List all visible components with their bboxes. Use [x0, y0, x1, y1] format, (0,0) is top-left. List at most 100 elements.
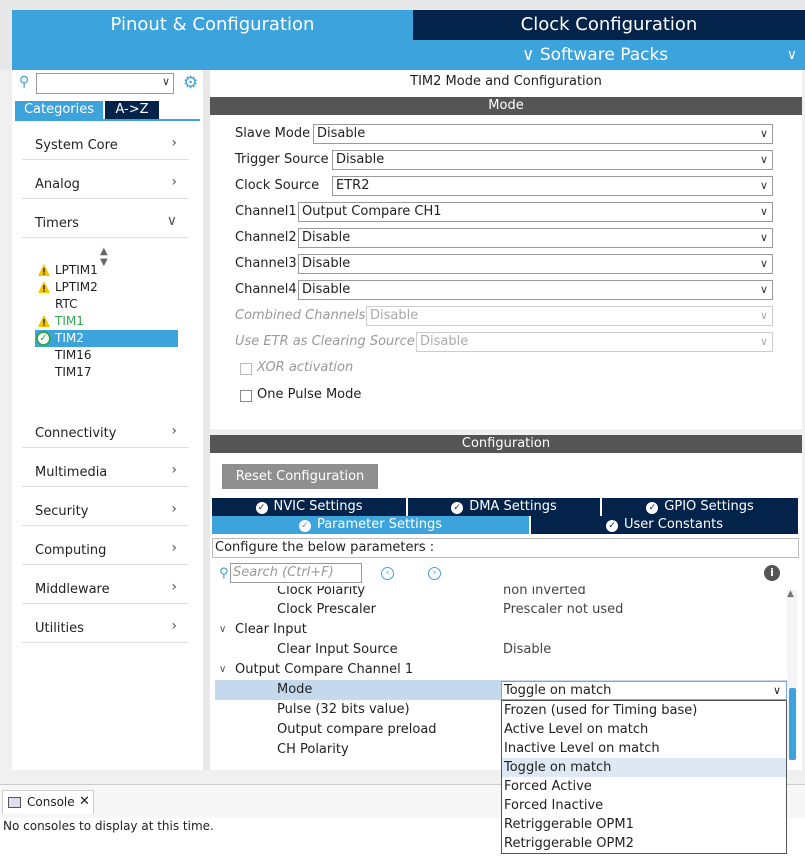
chevron-down-icon: ∨ — [786, 47, 797, 63]
dropdown-option[interactable]: Retriggerable OPM1 — [502, 815, 786, 834]
warning-icon — [38, 264, 50, 276]
sidebar-item-tim16[interactable]: TIM16 — [35, 347, 178, 364]
mode-select[interactable]: Toggle on match ∨ — [501, 681, 787, 700]
chevron-down-icon: ∨ — [759, 179, 768, 192]
chevron-down-icon: ∨ — [759, 153, 768, 166]
chevron-down-icon[interactable]: ∨ — [162, 75, 170, 88]
check-circle-icon: ✓ — [255, 502, 268, 514]
category-multimedia[interactable]: Multimedia › — [22, 457, 189, 487]
sidebar-item-rtc[interactable]: RTC — [35, 296, 178, 313]
one-pulse-mode-checkbox[interactable] — [240, 390, 252, 402]
search-input[interactable]: ∨ — [36, 73, 174, 94]
tab-console[interactable]: Console ✕ — [2, 790, 94, 814]
chevron-right-icon: › — [171, 501, 177, 517]
slave-mode-select[interactable]: Disable ∨ — [313, 124, 773, 144]
param-row[interactable]: Clock Prescaler Prescaler not used — [215, 600, 787, 620]
dropdown-option[interactable]: Retriggerable OPM2 — [502, 834, 786, 853]
previous-match-icon[interactable]: ‹ — [381, 567, 394, 580]
sidebar-item-tim17[interactable]: TIM17 — [35, 364, 178, 381]
category-security[interactable]: Security › — [22, 496, 189, 526]
one-pulse-mode-label: One Pulse Mode — [257, 387, 362, 402]
parameter-search-input[interactable]: Search (Ctrl+F) — [230, 563, 362, 583]
dropdown-option[interactable]: Active Level on match — [502, 720, 786, 739]
gear-icon[interactable]: ⚙ — [183, 73, 198, 93]
tab-pinout-configuration[interactable]: Pinout & Configuration — [12, 10, 413, 40]
chevron-right-icon: › — [171, 174, 177, 190]
scrollbar-thumb[interactable] — [789, 688, 796, 760]
dropdown-option[interactable]: Inactive Level on match — [502, 739, 786, 758]
chevron-right-icon: › — [171, 618, 177, 634]
console-icon — [8, 797, 21, 808]
sidebar-item-tim1[interactable]: TIM1 — [35, 313, 178, 330]
param-row[interactable]: Clock Polarity non inverted — [215, 586, 787, 601]
tab-gpio-settings[interactable]: ✓ GPIO Settings — [602, 498, 798, 516]
sidebar-item-lptim1[interactable]: LPTIM1 — [35, 262, 178, 279]
chevron-down-icon: ∨ — [522, 45, 535, 65]
channel3-label: Channel3 — [235, 256, 297, 271]
chevron-down-icon: ∨ — [772, 684, 781, 697]
tab-categories[interactable]: Categories — [15, 101, 103, 119]
chevron-right-icon: › — [171, 135, 177, 151]
chevron-down-icon: ∨ — [759, 335, 768, 348]
channel3-select[interactable]: Disable ∨ — [298, 254, 773, 274]
chevron-down-icon: ∨ — [759, 205, 768, 218]
clock-source-select[interactable]: ETR2 ∨ — [332, 176, 773, 196]
next-match-icon[interactable]: › — [428, 567, 441, 580]
tab-clock-configuration[interactable]: Clock Configuration — [413, 10, 805, 40]
search-icon: ⚲ — [219, 566, 229, 581]
tab-dma-settings[interactable]: ✓ DMA Settings — [408, 498, 600, 516]
scroll-up-icon[interactable]: ▲ — [787, 589, 794, 599]
chevron-right-icon: › — [171, 540, 177, 556]
dropdown-option[interactable]: Frozen (used for Timing base) — [502, 701, 786, 720]
category-timers[interactable]: Timers ∨ — [22, 208, 189, 238]
check-circle-icon: ✓ — [646, 502, 659, 514]
channel4-label: Channel4 — [235, 282, 297, 297]
channel4-select[interactable]: Disable ∨ — [298, 280, 773, 300]
reset-configuration-button[interactable]: Reset Configuration — [222, 464, 378, 489]
param-group-output-compare-channel-1[interactable]: ∨ Output Compare Channel 1 — [215, 660, 787, 680]
chevron-down-icon: ∨ — [759, 283, 768, 296]
dropdown-option-selected[interactable]: Toggle on match — [502, 758, 786, 777]
check-circle-icon: ✓ — [298, 520, 311, 532]
dropdown-option[interactable]: Forced Inactive — [502, 796, 786, 815]
channel1-select[interactable]: Output Compare CH1 ∨ — [298, 202, 773, 222]
panel-splitter[interactable] — [203, 70, 210, 770]
software-packs-label: Software Packs — [539, 45, 669, 65]
slave-mode-label: Slave Mode — [235, 126, 311, 141]
param-row[interactable]: Clear Input Source Disable — [215, 640, 787, 660]
chevron-right-icon: › — [171, 579, 177, 595]
chevron-down-icon: ∨ — [166, 213, 177, 229]
info-icon[interactable]: i — [764, 565, 780, 581]
xor-activation-label: XOR activation — [257, 360, 354, 375]
tab-user-constants[interactable]: ✓ User Constants — [531, 516, 798, 534]
sidebar-item-lptim2[interactable]: LPTIM2 — [35, 279, 178, 296]
xor-activation-checkbox — [240, 363, 252, 375]
category-connectivity[interactable]: Connectivity › — [22, 418, 189, 448]
category-middleware[interactable]: Middleware › — [22, 574, 189, 604]
chevron-right-icon: › — [171, 423, 177, 439]
tab-nvic-settings[interactable]: ✓ NVIC Settings — [212, 498, 406, 516]
check-circle-icon: ✓ — [36, 331, 51, 346]
tab-a-z[interactable]: A->Z — [105, 101, 159, 119]
trigger-source-select[interactable]: Disable ∨ — [332, 150, 773, 170]
category-system-core[interactable]: System Core › — [22, 130, 189, 160]
category-computing[interactable]: Computing › — [22, 535, 189, 565]
category-utilities[interactable]: Utilities › — [22, 613, 189, 643]
software-packs-menu[interactable]: ∨ Software Packs ∨ — [12, 40, 805, 70]
configure-hint: Configure the below parameters : — [212, 538, 799, 558]
tab-parameter-settings[interactable]: ✓ Parameter Settings — [212, 516, 529, 534]
channel2-select[interactable]: Disable ∨ — [298, 228, 773, 248]
sidebar-item-tim2[interactable]: ✓ TIM2 — [35, 330, 178, 347]
close-icon[interactable]: ✕ — [79, 791, 90, 813]
search-icon: ⚲ — [19, 74, 30, 90]
chevron-down-icon: ∨ — [759, 257, 768, 270]
category-analog[interactable]: Analog › — [22, 169, 189, 199]
chevron-right-icon: › — [171, 462, 177, 478]
chevron-down-icon: ∨ — [759, 309, 768, 322]
check-circle-icon: ✓ — [451, 502, 464, 514]
chevron-down-icon: ∨ — [219, 664, 227, 675]
param-group-clear-input[interactable]: ∨ Clear Input — [215, 620, 787, 640]
warning-icon — [38, 281, 50, 293]
mode-section-header: Mode — [210, 97, 802, 115]
dropdown-option[interactable]: Forced Active — [502, 777, 786, 796]
